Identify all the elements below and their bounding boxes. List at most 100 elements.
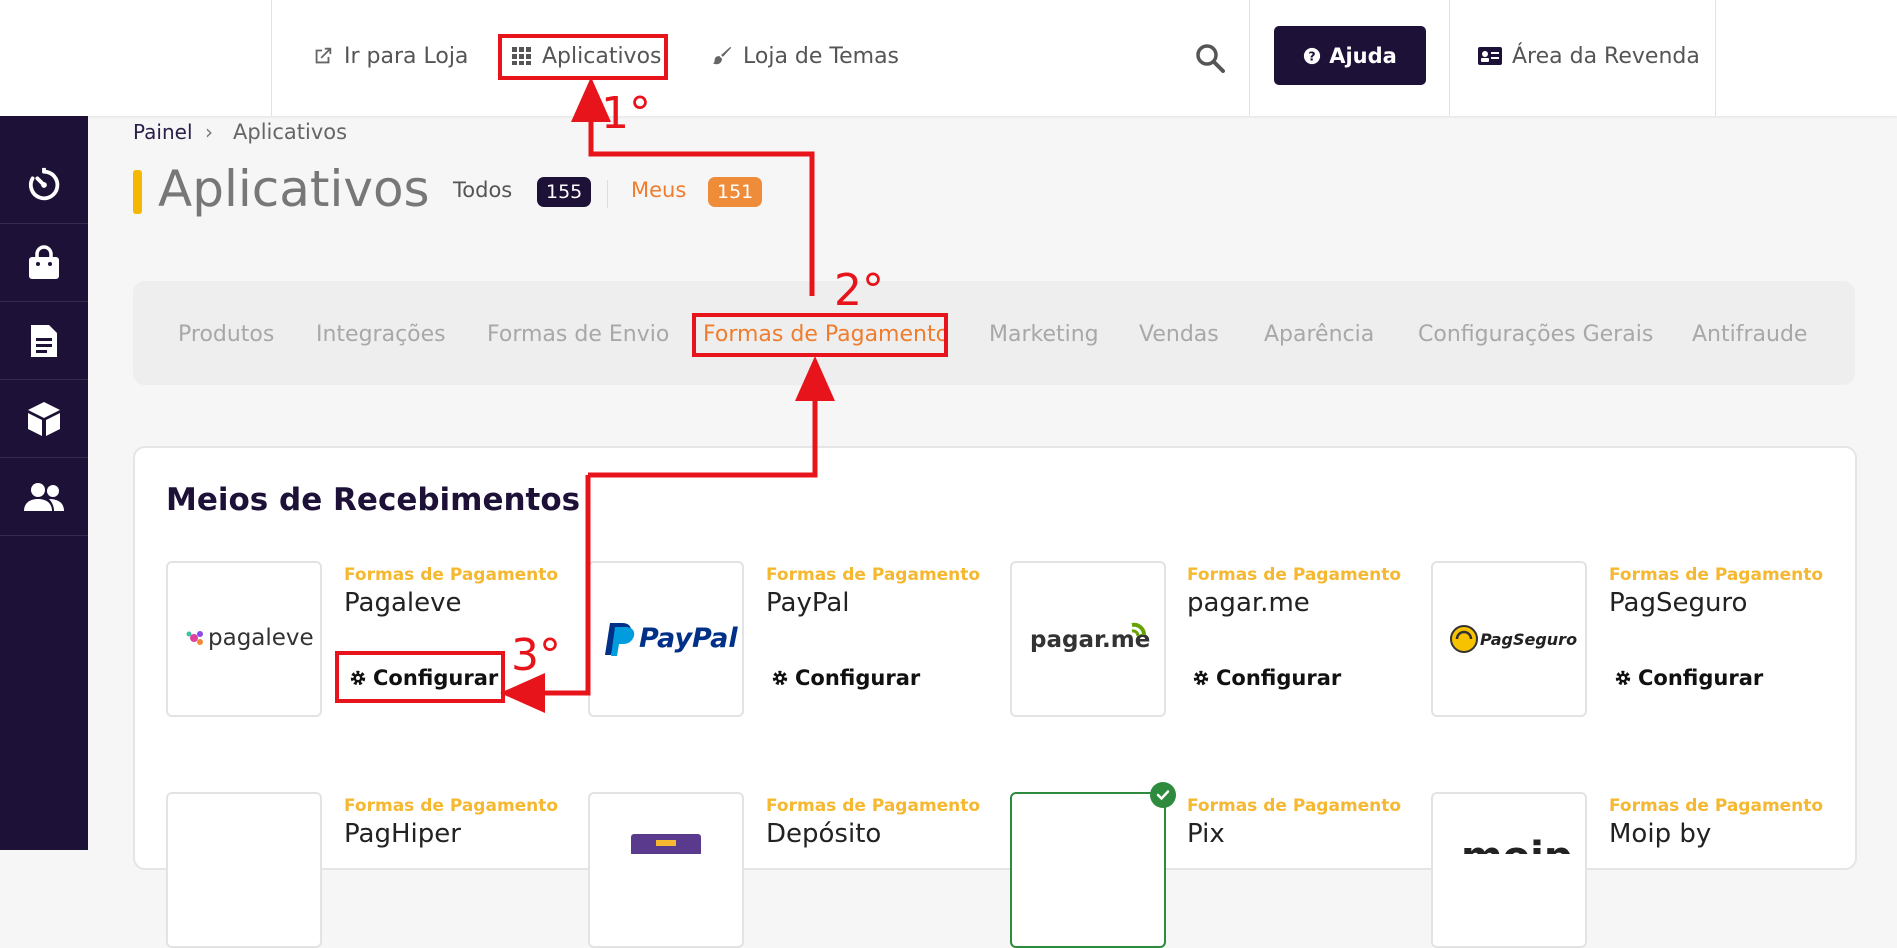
app-category: Formas de Pagamento [344,796,559,816]
divider [271,0,272,116]
configure-button[interactable]: Configurar [1614,666,1763,690]
theme-store-link[interactable]: Loja de Temas [711,38,899,74]
tab-aparencia[interactable]: Aparência [1264,322,1374,347]
top-bar: Ir para Loja Aplicativos Loja de Temas ?… [0,0,1897,116]
tab-produtos[interactable]: Produtos [178,322,274,347]
divider [1249,0,1250,116]
dashboard-icon [28,167,60,200]
paypal-logo: PayPal [605,623,738,656]
sidebar-item-orders[interactable] [0,224,88,302]
configure-label: Configurar [1638,666,1764,690]
filter-mine-count[interactable]: 151 [708,177,763,207]
question-circle-icon: ? [1304,47,1321,64]
paintbrush-icon [712,46,732,65]
app-logo-paypal[interactable]: PayPal [588,561,744,717]
divider [1449,0,1450,116]
app-name: Pix [1187,819,1225,849]
moip-logo: moip [1461,834,1573,880]
step-3-label: 3° [511,630,561,681]
tab-antifraude[interactable]: Antifraude [1692,322,1807,347]
app-logo-pagaleve[interactable]: pagaleve [166,561,322,717]
help-button[interactable]: ? Ajuda [1274,26,1426,85]
svg-text:moip: moip [1461,834,1573,854]
sidebar-item-products[interactable] [0,380,88,458]
apps-link[interactable]: Aplicativos [512,38,662,74]
app-category: Formas de Pagamento [1187,796,1402,816]
app-logo-pagarme[interactable]: pagar.me [1010,561,1166,717]
configure-button[interactable]: Configurar [349,666,498,690]
sidebar-item-customers[interactable] [0,458,88,536]
svg-text:PagSeguro: PagSeguro [1480,630,1577,649]
svg-text:pagaleve: pagaleve [208,625,314,651]
help-label: Ajuda [1329,43,1397,68]
svg-text:PayPal: PayPal [639,623,738,654]
divider [1715,0,1716,116]
title-accent-bar [133,170,142,214]
app-logo-pagseguro[interactable]: PagSeguro [1431,561,1587,717]
gear-icon [350,670,366,686]
configure-button[interactable]: Configurar [1192,666,1341,690]
app-category: Formas de Pagamento [1187,565,1402,585]
app-logo-paghiper[interactable] [166,792,322,948]
pagarme-logo: pagar.me [1030,622,1150,653]
pagseguro-logo: PagSeguro [1450,625,1577,653]
search-icon[interactable] [1195,43,1225,73]
app-name: PayPal [766,588,850,618]
section-title: Meios de Recebimentos [166,482,581,518]
app-name: Pagaleve [344,588,462,618]
breadcrumb-separator: › [205,120,213,144]
sidebar-item-reports[interactable] [0,302,88,380]
app-name: Depósito [766,819,882,849]
app-category: Formas de Pagamento [1609,565,1824,585]
app-name: PagSeguro [1609,588,1748,618]
shopping-bag-icon [29,244,59,279]
tab-marketing[interactable]: Marketing [989,322,1099,347]
pagaleve-logo: pagaleve [186,625,314,651]
id-card-icon [1478,47,1502,65]
app-category: Formas de Pagamento [1609,796,1824,816]
app-logo-deposito[interactable] [588,792,744,948]
page-title: Aplicativos [158,160,430,218]
app-category: Formas de Pagamento [766,796,981,816]
go-to-store-label: Ir para Loja [344,43,469,69]
users-icon [24,482,64,511]
app-category: Formas de Pagamento [766,565,981,585]
tab-vendas[interactable]: Vendas [1139,322,1219,347]
app-logo-pix[interactable] [1010,792,1166,948]
step-1-label: 1° [601,88,651,139]
apps-label: Aplicativos [542,43,662,69]
gear-icon [1193,670,1209,686]
document-icon [31,324,57,357]
breadcrumb-home-link[interactable]: Painel [133,120,193,144]
installed-check-icon [1150,782,1176,808]
filter-all-label[interactable]: Todos [453,178,512,202]
configure-label: Configurar [1216,666,1342,690]
reseller-area-link[interactable]: Área da Revenda [1478,38,1700,74]
tab-formas-de-pagamento[interactable]: Formas de Pagamento [703,322,949,347]
filter-mine-label[interactable]: Meus [631,178,686,202]
filter-all-count[interactable]: 155 [537,177,592,207]
go-to-store-link[interactable]: Ir para Loja [312,38,468,74]
breadcrumb-current: Aplicativos [233,120,348,144]
reseller-area-label: Área da Revenda [1512,43,1700,69]
app-name: Moip by [1609,819,1712,849]
app-name: PagHiper [344,819,461,849]
box-icon [28,401,60,436]
app-logo-moip[interactable]: moip [1431,792,1587,948]
deposit-logo [631,834,701,856]
step-2-label: 2° [834,265,884,316]
sidebar-item-dashboard[interactable] [0,146,88,224]
divider [607,180,608,208]
configure-button[interactable]: Configurar [771,666,920,690]
external-link-icon [315,47,332,64]
grid-icon [512,47,531,65]
tab-integracoes[interactable]: Integrações [316,322,446,347]
app-name: pagar.me [1187,588,1310,618]
tab-configuracoes-gerais[interactable]: Configurações Gerais [1418,322,1653,347]
svg-text:?: ? [1309,48,1316,63]
configure-label: Configurar [795,666,921,690]
tab-formas-de-envio[interactable]: Formas de Envio [487,322,669,347]
sidebar [0,116,88,850]
gear-icon [1615,670,1631,686]
theme-store-label: Loja de Temas [743,43,900,69]
